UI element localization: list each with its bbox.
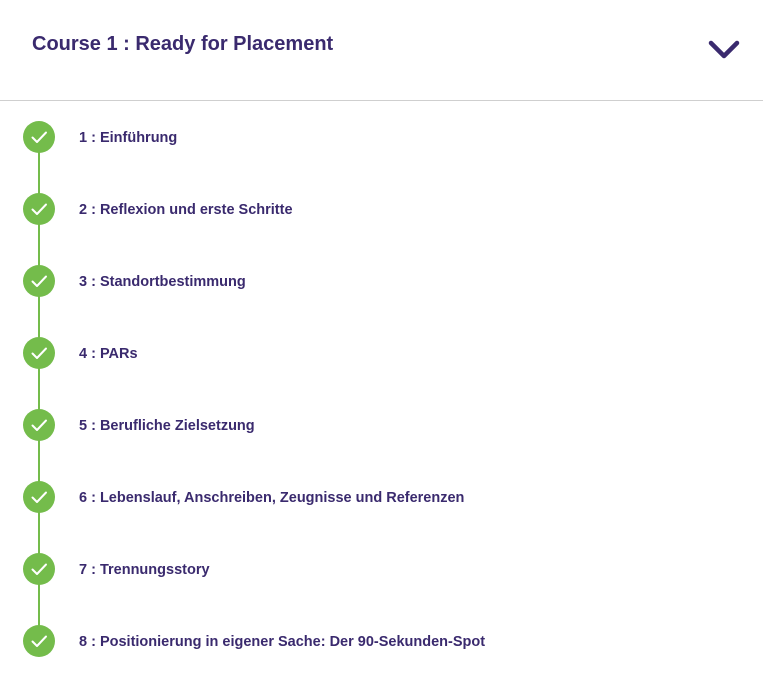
- lesson-item[interactable]: 8 : Positionierung in eigener Sache: Der…: [0, 621, 763, 661]
- lesson-item[interactable]: 7 : Trennungsstory: [0, 549, 763, 589]
- lesson-label: 2 : Reflexion und erste Schritte: [79, 202, 293, 218]
- lesson-item[interactable]: 2 : Reflexion und erste Schritte: [0, 189, 763, 229]
- lesson-label: 1 : Einführung: [79, 130, 178, 146]
- check-circle-icon: [23, 553, 55, 585]
- check-circle-icon: [23, 121, 55, 153]
- lesson-item[interactable]: 4 : PARs: [0, 333, 763, 373]
- check-circle-icon: [23, 337, 55, 369]
- lesson-item[interactable]: 1 : Einführung: [0, 117, 763, 157]
- lesson-item[interactable]: 6 : Lebenslauf, Anschreiben, Zeugnisse u…: [0, 477, 763, 517]
- lesson-label: 7 : Trennungsstory: [79, 562, 210, 578]
- lesson-item[interactable]: 3 : Standortbestimmung: [0, 261, 763, 301]
- check-circle-icon: [23, 193, 55, 225]
- course-title: Course 1 : Ready for Placement: [32, 33, 334, 55]
- course-header[interactable]: Course 1 : Ready for Placement: [0, 0, 763, 101]
- lesson-item[interactable]: 5 : Berufliche Zielsetzung: [0, 405, 763, 445]
- lesson-label: 5 : Berufliche Zielsetzung: [79, 418, 255, 434]
- lesson-label: 3 : Standortbestimmung: [79, 274, 246, 290]
- chevron-down-icon[interactable]: [706, 37, 742, 63]
- check-circle-icon: [23, 265, 55, 297]
- lesson-label: 8 : Positionierung in eigener Sache: Der…: [79, 634, 486, 650]
- check-circle-icon: [23, 625, 55, 657]
- lesson-timeline: 1 : Einführung 2 : Reflexion und erste S…: [0, 101, 763, 676]
- check-circle-icon: [23, 481, 55, 513]
- lesson-label: 6 : Lebenslauf, Anschreiben, Zeugnisse u…: [79, 490, 465, 506]
- lesson-label: 4 : PARs: [79, 346, 138, 362]
- check-circle-icon: [23, 409, 55, 441]
